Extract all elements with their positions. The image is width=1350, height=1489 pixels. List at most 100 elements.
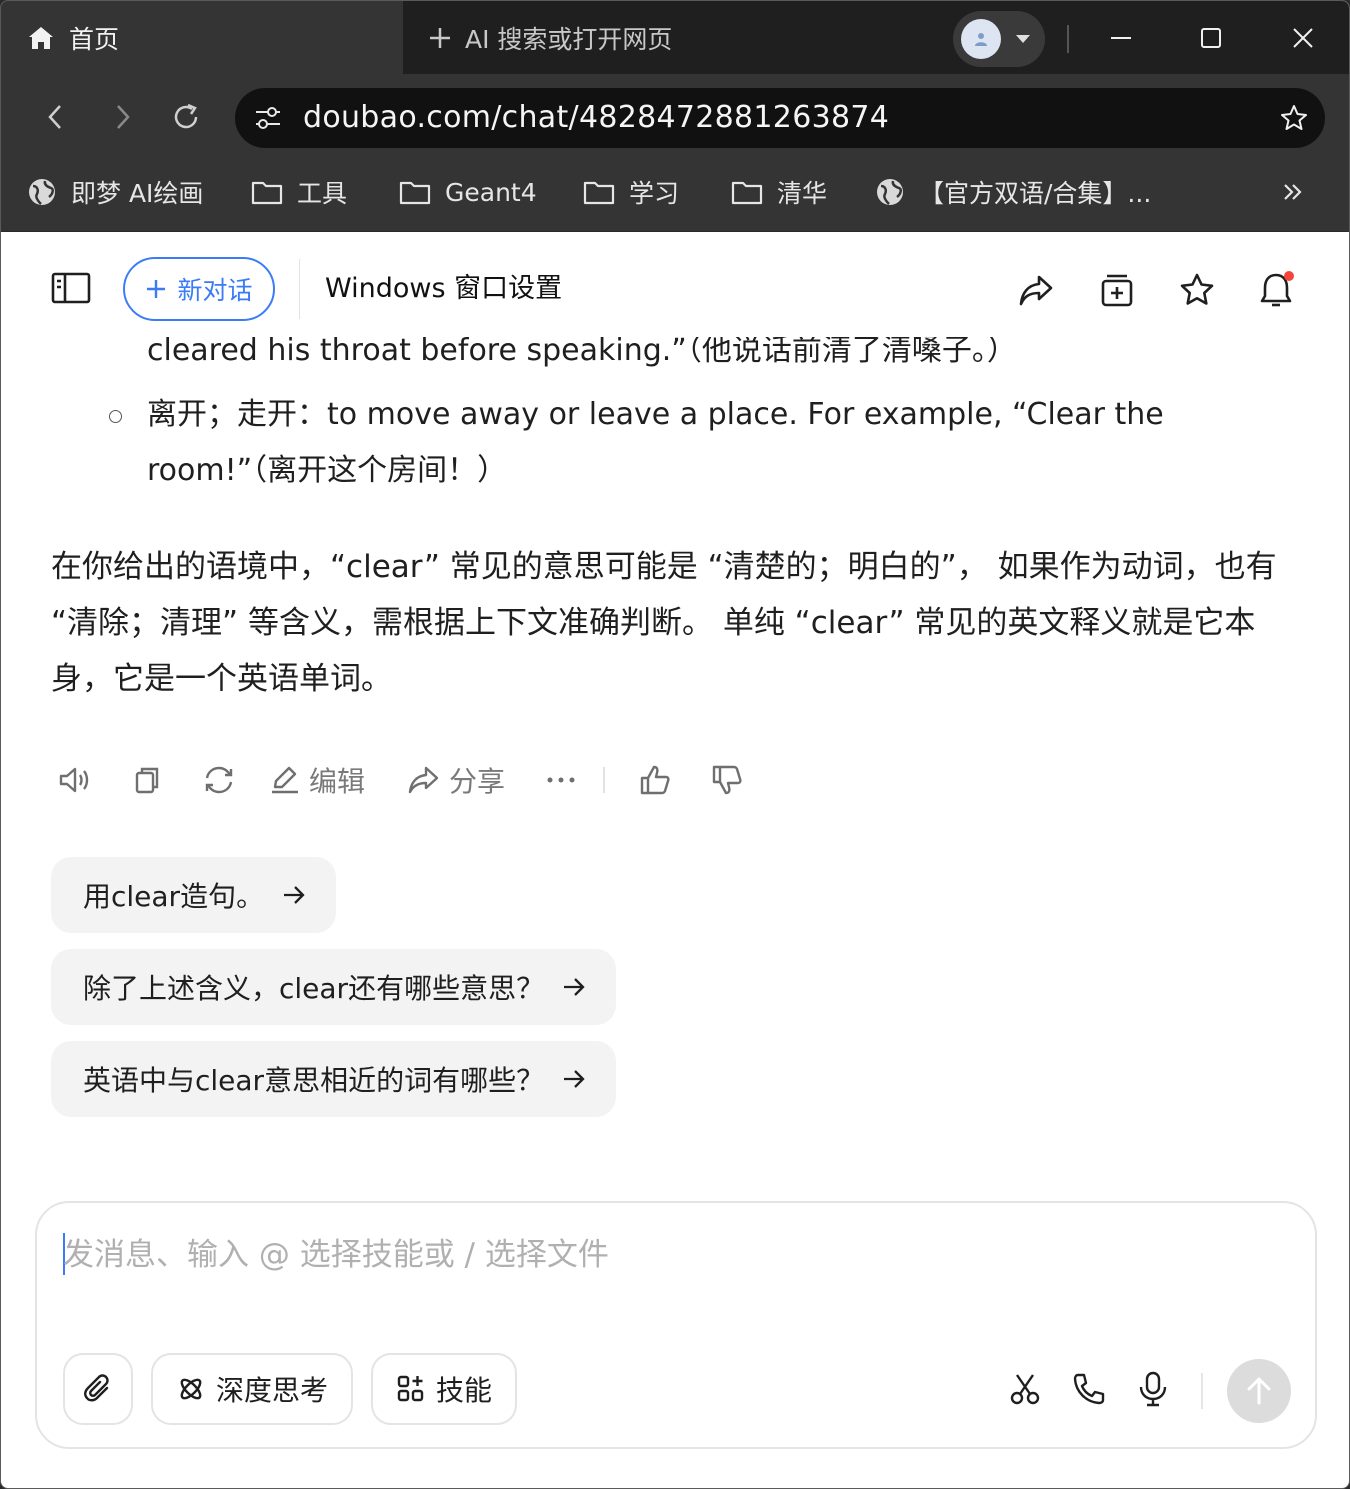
chat-title[interactable]: Windows 窗口设置 (325, 267, 562, 311)
speaker-icon (59, 767, 89, 793)
suggestion-item[interactable]: 除了上述含义，clear还有哪些意思？ (51, 949, 617, 1025)
suggestion-item[interactable]: 英语中与clear意思相近的词有哪些？ (51, 1041, 617, 1117)
arrow-right-icon (564, 1070, 585, 1088)
bookmark-label: 工具 (297, 179, 348, 208)
share-label: 分享 (449, 765, 506, 798)
profile-button[interactable] (953, 11, 1045, 67)
more-actions-button[interactable] (541, 755, 581, 805)
reload-button[interactable] (161, 92, 211, 142)
bell-icon (1260, 271, 1294, 307)
bookmark-label: 即梦 AI绘画 (71, 179, 204, 208)
arrow-right-icon (284, 886, 305, 904)
tab-bar: 首页 AI 搜索或打开网页 (1, 1, 1349, 74)
share-icon (408, 766, 439, 794)
send-button[interactable] (1227, 1359, 1291, 1423)
tab-home[interactable]: 首页 (1, 1, 403, 74)
thumbs-up-icon (640, 765, 670, 795)
back-icon (48, 105, 61, 129)
bookmark-label: Geant4 (445, 177, 537, 207)
suggestion-label: 用clear造句。 (83, 880, 265, 913)
maximize-button[interactable] (1165, 1, 1257, 74)
bookmark-folder-tsinghua[interactable]: 清华 (731, 161, 827, 223)
voice-call-button[interactable] (1061, 1361, 1117, 1417)
minimize-button[interactable] (1075, 1, 1167, 74)
thumbs-down-icon (712, 765, 742, 795)
bookmark-label: 学习 (629, 179, 680, 208)
bookmark-star-icon[interactable] (1279, 103, 1309, 133)
read-aloud-button[interactable] (51, 755, 99, 805)
navigation-bar: doubao.com/chat/4828472881263874 (1, 74, 1349, 161)
notification-dot (1284, 271, 1294, 281)
suggestion-label: 英语中与clear意思相近的词有哪些？ (83, 1064, 545, 1097)
globe-icon (877, 179, 903, 205)
divider (299, 259, 300, 319)
edit-label: 编辑 (309, 765, 366, 798)
save-to-collection-button[interactable] (1094, 267, 1140, 313)
close-window-button[interactable] (1257, 1, 1349, 74)
conversation-area: cleared his throat before speaking.”（他说话… (1, 337, 1349, 1197)
new-chat-label: 新对话 (177, 276, 253, 305)
bookmark-folder-study[interactable]: 学习 (583, 161, 679, 223)
atom-icon (180, 1378, 202, 1400)
folder-icon (731, 181, 763, 205)
message-text-cutoff: cleared his throat before speaking.”（他说话… (147, 337, 1017, 368)
edit-icon (272, 766, 298, 794)
sidebar-toggle-button[interactable] (45, 265, 97, 311)
forward-button[interactable] (97, 92, 147, 142)
new-chat-button[interactable]: 新对话 (123, 257, 275, 321)
back-button[interactable] (31, 92, 81, 142)
chevron-double-right-icon (1284, 184, 1302, 200)
maximize-icon (1201, 27, 1221, 48)
tab-home-label: 首页 (69, 24, 120, 54)
sidebar-icon (51, 272, 91, 304)
bookmark-folder-geant4[interactable]: Geant4 (399, 161, 537, 223)
notifications-button[interactable] (1253, 267, 1299, 313)
site-settings-icon[interactable] (253, 104, 283, 132)
bookmark-jimeng[interactable]: 即梦 AI绘画 (27, 161, 203, 223)
microphone-icon (1139, 1371, 1167, 1407)
more-bookmarks-button[interactable] (1281, 161, 1305, 223)
globe-icon (29, 179, 55, 205)
like-button[interactable] (633, 755, 677, 805)
attach-file-button[interactable] (63, 1353, 133, 1425)
suggestion-item[interactable]: 用clear造句。 (51, 857, 337, 933)
close-icon (1293, 27, 1313, 48)
divider (603, 767, 606, 793)
screenshot-button[interactable] (997, 1361, 1053, 1417)
share-icon (1019, 275, 1053, 306)
message-composer: 深度思考 技能 (35, 1201, 1317, 1449)
favorite-button[interactable] (1174, 267, 1220, 313)
bookmark-folder-tools[interactable]: 工具 (251, 161, 347, 223)
regenerate-button[interactable] (195, 755, 243, 805)
list-item: 离开；走开：to move away or leave a place. For… (147, 397, 1164, 488)
deep-think-label: 深度思考 (215, 1374, 328, 1407)
dislike-button[interactable] (705, 755, 749, 805)
reload-icon (174, 103, 198, 129)
edit-button[interactable]: 编辑 (269, 755, 365, 805)
forward-icon (117, 105, 130, 129)
bookmark-official-bilingual[interactable]: 【官方双语/合集】... (875, 161, 1151, 223)
voice-input-button[interactable] (1125, 1361, 1181, 1417)
phone-icon (1073, 1373, 1105, 1405)
message-input[interactable] (63, 1225, 1263, 1285)
add-collection-icon (1101, 274, 1133, 307)
paperclip-icon (84, 1374, 109, 1402)
star-icon (1180, 273, 1214, 305)
browser-window: 首页 AI 搜索或打开网页 doubao.com/chat/4828472881… (0, 0, 1350, 1489)
skills-button[interactable]: 技能 (371, 1353, 517, 1425)
suggestion-label: 除了上述含义，clear还有哪些意思？ (83, 972, 545, 1005)
tab-new-search[interactable]: AI 搜索或打开网页 (427, 1, 672, 74)
avatar (961, 19, 1001, 59)
ellipsis-icon (547, 777, 575, 783)
folder-icon (251, 181, 283, 205)
bookmark-label: 【官方双语/合集】... (919, 179, 1152, 208)
bookmark-label: 清华 (777, 179, 828, 208)
share-conversation-button[interactable] (1013, 267, 1059, 313)
address-bar[interactable]: doubao.com/chat/4828472881263874 (235, 88, 1325, 148)
answer-paragraph: 在你给出的语境中，“clear” 常见的意思可能是 “清楚的；明白的”， 如果作… (51, 549, 1277, 697)
copy-button[interactable] (123, 755, 171, 805)
url-text[interactable]: doubao.com/chat/4828472881263874 (303, 88, 889, 148)
caret-down-icon (1015, 34, 1031, 44)
share-button[interactable]: 分享 (407, 755, 505, 805)
deep-think-button[interactable]: 深度思考 (151, 1353, 353, 1425)
